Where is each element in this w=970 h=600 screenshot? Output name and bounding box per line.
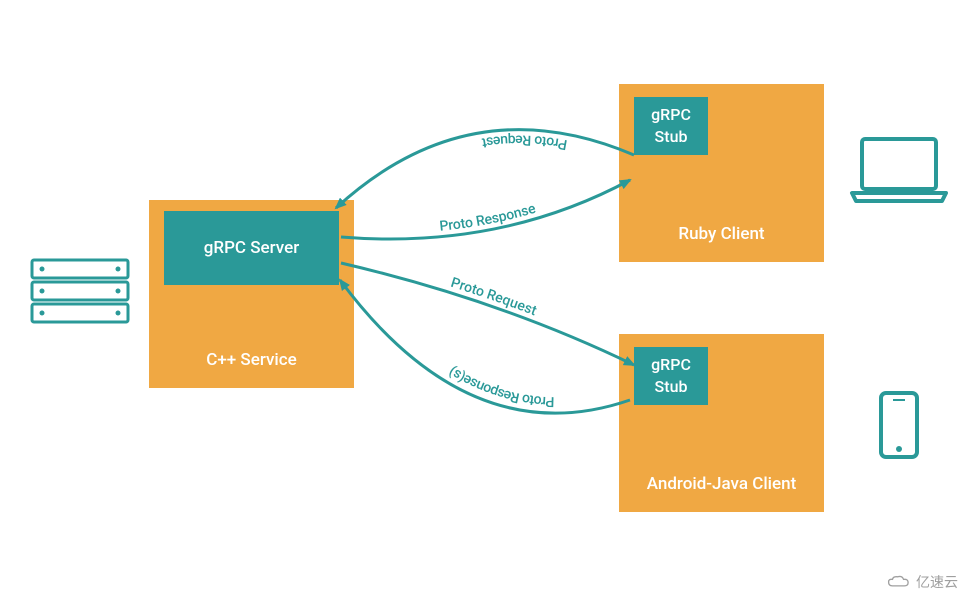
grpc-server-box: gRPC Server [164, 211, 339, 285]
watermark-text: 亿速云 [916, 572, 958, 592]
laptop-icon [848, 135, 950, 209]
ruby-stub-box: gRPC Stub [634, 97, 708, 155]
ruby-request-label: Proto Request [480, 132, 568, 153]
server-rack-icon [30, 258, 130, 328]
android-response-label: Proto Response(s) [446, 363, 555, 409]
phone-icon [878, 390, 920, 464]
ruby-stub-line2: Stub [655, 126, 688, 148]
android-stub-box: gRPC Stub [634, 347, 708, 405]
android-stub-line2: Stub [655, 376, 688, 398]
android-stub-line1: gRPC [651, 354, 691, 376]
ruby-stub-line1: gRPC [651, 104, 691, 126]
ruby-client-label: Ruby Client [678, 224, 764, 244]
connection-arrows: Proto Request Proto Response Proto Reque… [0, 0, 970, 600]
grpc-server-label: gRPC Server [204, 238, 300, 258]
watermark: 亿速云 [886, 572, 958, 592]
android-client-label: Android-Java Client [647, 474, 796, 494]
cloud-icon [886, 574, 912, 590]
cpp-service-label: C++ Service [206, 350, 297, 370]
android-request-label: Proto Request [449, 275, 539, 320]
ruby-response-label: Proto Response [439, 201, 538, 235]
